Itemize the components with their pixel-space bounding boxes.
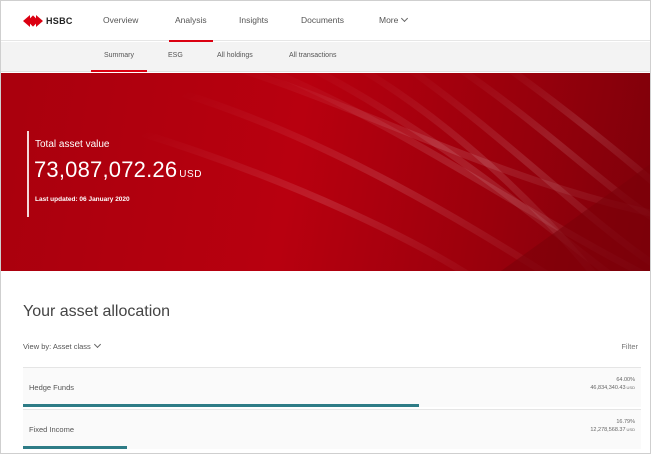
allocation-row-hedge-funds[interactable]: Hedge Funds 64.00% 46,834,340.43USD bbox=[23, 367, 641, 407]
logo-text: HSBC bbox=[46, 16, 73, 26]
app-window: HSBC Overview Analysis Insights Document… bbox=[0, 0, 651, 454]
view-by-dropdown[interactable]: View by: Asset class bbox=[23, 340, 101, 351]
top-navigation: HSBC Overview Analysis Insights Document… bbox=[1, 1, 650, 42]
allocation-row-currency: USD bbox=[626, 427, 635, 432]
allocation-row-percent: 64.00% bbox=[616, 377, 635, 383]
allocation-row-percent: 16.79% bbox=[616, 419, 635, 425]
tab-all-transactions[interactable]: All transactions bbox=[289, 52, 336, 59]
total-asset-banner: Total asset value 73,087,072.26 USD Last … bbox=[1, 73, 650, 271]
tab-esg[interactable]: ESG bbox=[168, 52, 183, 59]
total-asset-amount: 73,087,072.26 bbox=[34, 157, 178, 182]
total-asset-value: 73,087,072.26 USD bbox=[34, 157, 202, 183]
nav-item-analysis[interactable]: Analysis bbox=[169, 15, 213, 42]
allocation-row-currency: USD bbox=[626, 385, 635, 390]
banner-accent-line bbox=[27, 131, 29, 217]
allocation-row-amount-value: 12,278,568.37 bbox=[590, 427, 626, 433]
tab-all-holdings[interactable]: All holdings bbox=[217, 52, 253, 59]
nav-item-insights[interactable]: Insights bbox=[239, 15, 268, 25]
nav-item-more[interactable]: More bbox=[379, 14, 409, 25]
allocation-row-amount: 12,278,568.37USD bbox=[590, 427, 635, 433]
total-asset-label: Total asset value bbox=[35, 139, 110, 150]
allocation-row-fixed-income[interactable]: Fixed Income 16.79% 12,278,568.37USD bbox=[23, 409, 641, 449]
nav-item-documents[interactable]: Documents bbox=[301, 15, 344, 25]
chevron-down-icon bbox=[93, 340, 101, 349]
allocation-row-name: Hedge Funds bbox=[29, 383, 75, 392]
total-asset-currency: USD bbox=[179, 169, 202, 180]
allocation-row-amount: 46,834,340.43USD bbox=[590, 385, 635, 391]
asset-allocation-title: Your asset allocation bbox=[23, 303, 171, 320]
allocation-row-amount-value: 46,834,340.43 bbox=[590, 385, 626, 391]
hsbc-logo[interactable]: HSBC bbox=[23, 13, 73, 29]
sub-navigation: Summary ESG All holdings All transaction… bbox=[1, 42, 650, 72]
allocation-row-name: Fixed Income bbox=[29, 425, 75, 434]
hsbc-hexagon-icon bbox=[23, 15, 43, 27]
nav-item-overview[interactable]: Overview bbox=[103, 15, 138, 25]
chevron-down-icon bbox=[401, 14, 409, 23]
allocation-bar bbox=[23, 404, 419, 407]
allocation-bar bbox=[23, 446, 127, 449]
last-updated-text: Last updated: 06 January 2020 bbox=[35, 196, 130, 203]
filter-button[interactable]: Filter bbox=[621, 342, 638, 351]
view-by-label: View by: Asset class bbox=[23, 342, 91, 351]
nav-item-more-label: More bbox=[379, 15, 399, 25]
tab-summary[interactable]: Summary bbox=[91, 52, 147, 72]
